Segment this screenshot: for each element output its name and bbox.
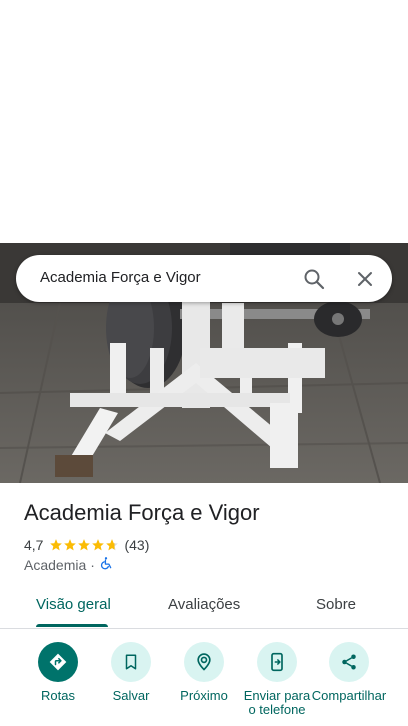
send-to-phone-label: Enviar para o telefone <box>243 689 311 717</box>
rating-row[interactable]: 4,7 (43) <box>24 536 149 554</box>
send-to-phone-icon[interactable] <box>257 642 297 682</box>
star-half-icon <box>106 539 119 551</box>
active-tab-indicator <box>36 624 108 627</box>
place-title: Academia Força e Vigor <box>24 500 260 525</box>
star-icon <box>50 539 63 551</box>
nearby-icon[interactable] <box>184 642 224 682</box>
search-input[interactable]: Academia Força e Vigor <box>40 269 201 286</box>
tab-about[interactable]: Sobre <box>316 596 356 613</box>
directions-button[interactable]: Rotas <box>18 642 98 703</box>
wheelchair-icon <box>99 556 113 573</box>
tab-overview[interactable]: Visão geral <box>36 596 111 613</box>
close-icon[interactable] <box>353 267 377 291</box>
category-row: Academia · <box>24 556 113 573</box>
directions-icon[interactable] <box>38 642 78 682</box>
place-category: Academia <box>24 556 87 573</box>
search-bar[interactable]: Academia Força e Vigor <box>16 255 392 302</box>
bookmark-icon[interactable] <box>111 642 151 682</box>
rating-value: 4,7 <box>24 537 44 553</box>
map-blank-area <box>0 0 408 243</box>
star-icon <box>78 539 91 551</box>
share-icon[interactable] <box>329 642 369 682</box>
search-icon[interactable] <box>302 267 326 291</box>
action-bar: Rotas Salvar Próximo Enviar para o telef… <box>0 642 408 726</box>
save-button[interactable]: Salvar <box>91 642 171 703</box>
save-label: Salvar <box>112 688 150 703</box>
separator: · <box>90 556 95 573</box>
directions-label: Rotas <box>41 688 75 703</box>
star-icon <box>92 539 105 551</box>
share-label: Compartilhar <box>311 689 387 703</box>
share-button[interactable]: Compartilhar <box>309 642 389 719</box>
send-to-phone-button[interactable]: Enviar para o telefone <box>237 642 317 719</box>
star-icon <box>64 539 77 551</box>
tab-reviews[interactable]: Avaliações <box>168 596 240 613</box>
rating-stars <box>49 538 119 552</box>
nearby-button[interactable]: Próximo <box>164 642 244 703</box>
tab-bar: Visão geral Avaliações Sobre <box>0 590 408 629</box>
review-count[interactable]: (43) <box>124 537 149 553</box>
nearby-label: Próximo <box>180 688 228 703</box>
